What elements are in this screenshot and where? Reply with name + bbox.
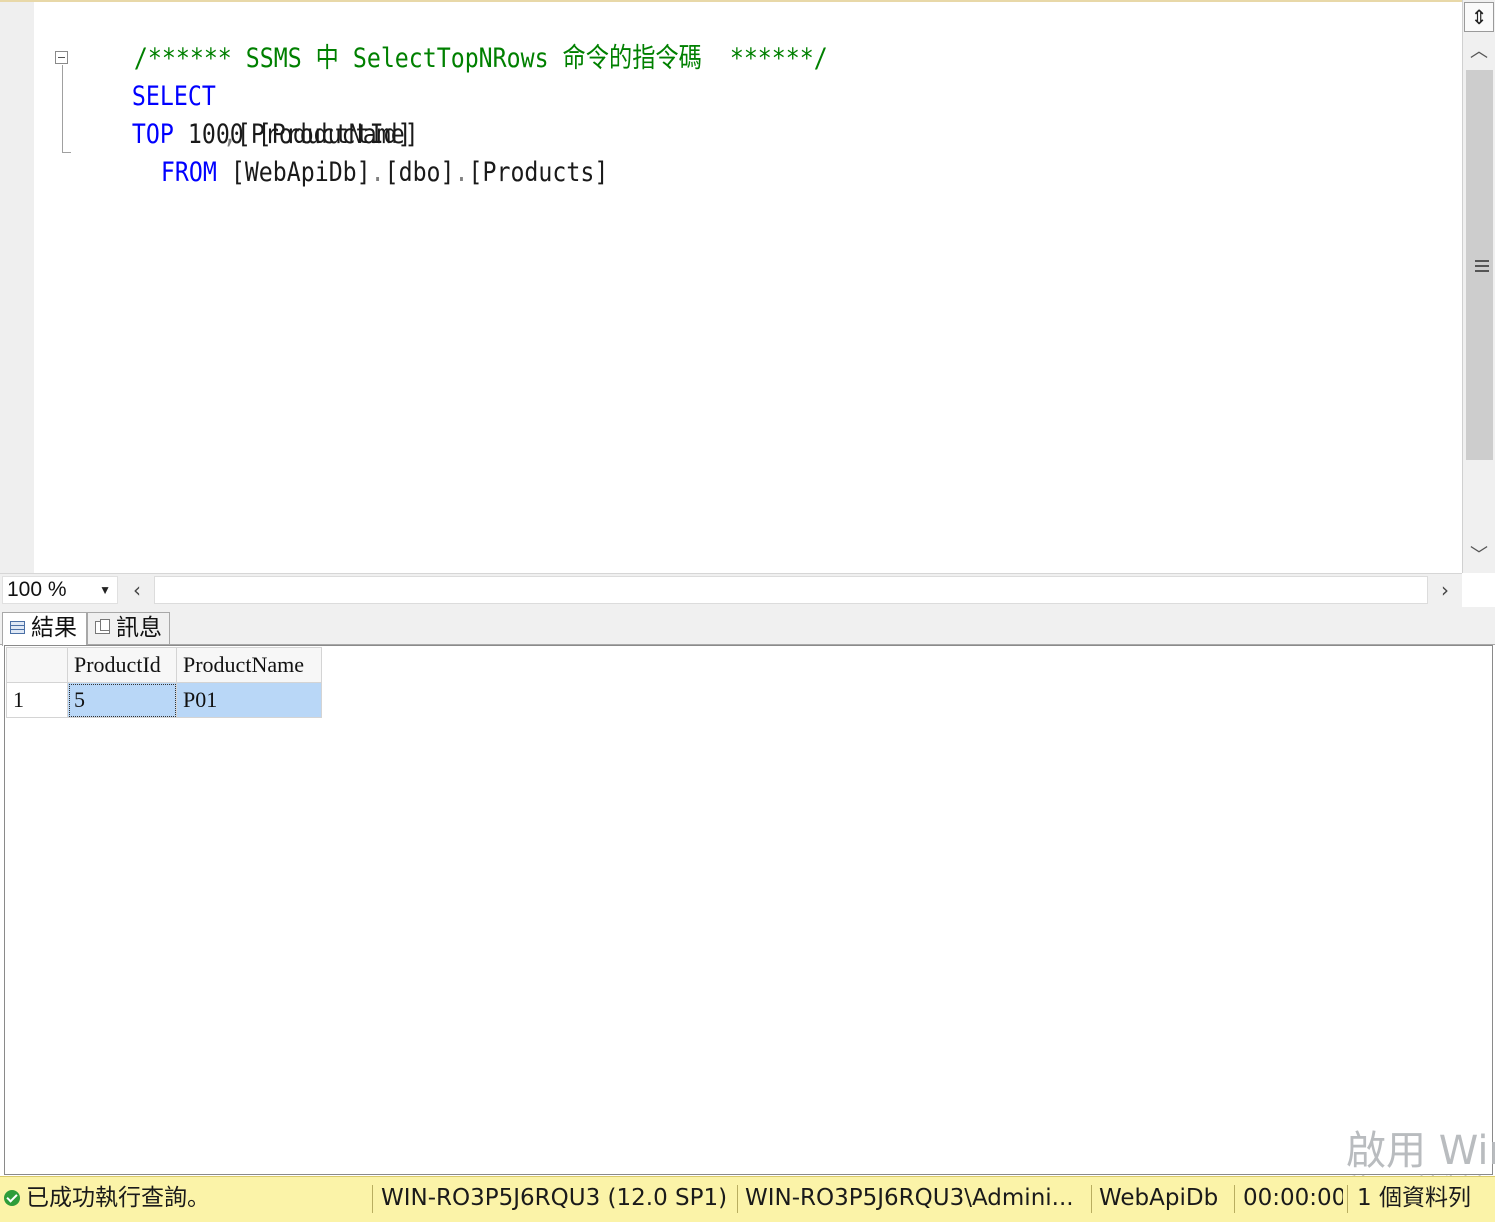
status-row-count: 1 個資料列 <box>1357 1185 1471 1211</box>
zoom-value: 100 % <box>7 578 67 601</box>
fold-guide-end <box>62 152 71 153</box>
collapse-toggle-icon[interactable] <box>55 51 68 64</box>
column-header[interactable]: ProductName <box>176 647 322 683</box>
results-grid-area[interactable]: ProductId ProductName 1 5 P01 <box>4 645 1493 1175</box>
code-line-from: FROM [WebApiDb].[dbo].[Products] <box>105 116 608 230</box>
table-row[interactable]: 1 5 P01 <box>6 682 322 718</box>
editor-gutter <box>0 2 34 573</box>
scroll-right-icon[interactable]: › <box>1429 574 1461 606</box>
schema-name: [dbo] <box>384 157 455 188</box>
status-user: WIN-RO3P5J6RQU3\Admini... <box>745 1185 1074 1211</box>
scroll-up-icon[interactable]: ︿ <box>1463 36 1495 68</box>
grid-cell[interactable]: P01 <box>176 682 322 718</box>
status-message: 已成功執行查詢。 <box>26 1185 210 1211</box>
results-tab-strip: 結果 訊息 <box>0 607 1495 646</box>
status-database: WebApiDb <box>1099 1185 1219 1211</box>
zoom-select[interactable]: 100 % ▼ <box>2 576 118 604</box>
grid-icon <box>10 621 25 634</box>
results-grid[interactable]: ProductId ProductName 1 5 P01 <box>6 647 322 718</box>
grip-icon <box>1475 260 1489 272</box>
scroll-thumb[interactable] <box>1466 70 1493 460</box>
messages-icon <box>95 619 110 634</box>
grid-cell[interactable]: 5 <box>67 682 177 718</box>
status-bar: 已成功執行查詢。 WIN-RO3P5J6RQU3 (12.0 SP1) WIN-… <box>0 1176 1495 1222</box>
horizontal-scroll-track[interactable] <box>154 576 1428 604</box>
column-header[interactable]: ProductId <box>67 647 177 683</box>
status-server: WIN-RO3P5J6RQU3 (12.0 SP1) <box>381 1185 728 1211</box>
success-check-icon <box>4 1190 20 1206</box>
fold-guide-line <box>62 65 63 153</box>
scroll-down-icon[interactable]: ﹀ <box>1463 540 1495 572</box>
tab-results-label: 結果 <box>31 615 77 641</box>
tab-results[interactable]: 結果 <box>2 612 87 646</box>
chevron-down-icon[interactable]: ▼ <box>99 577 111 603</box>
editor-vertical-scrollbar[interactable]: ⇕ ︿ ﹀ <box>1462 0 1495 573</box>
split-window-icon[interactable]: ⇕ <box>1464 2 1494 32</box>
grid-header-row: ProductId ProductName <box>6 647 322 683</box>
scroll-left-icon[interactable]: ‹ <box>121 574 153 606</box>
row-number-cell[interactable]: 1 <box>6 682 68 718</box>
editor-bottom-bar: 100 % ▼ ‹ › <box>0 573 1462 607</box>
dot: . <box>370 157 385 188</box>
query-editor[interactable]: /****** SSMS 中 SelectTopNRows 命令的指令碼 ***… <box>0 0 1462 573</box>
db-name: [WebApiDb] <box>216 157 371 188</box>
table-name: [Products] <box>468 157 609 188</box>
status-elapsed: 00:00:00 <box>1243 1185 1343 1211</box>
row-number-header[interactable] <box>6 647 68 683</box>
tab-messages[interactable]: 訊息 <box>87 612 170 645</box>
keyword-from: FROM <box>160 157 217 188</box>
tab-messages-label: 訊息 <box>116 615 162 641</box>
dot: . <box>454 157 469 188</box>
